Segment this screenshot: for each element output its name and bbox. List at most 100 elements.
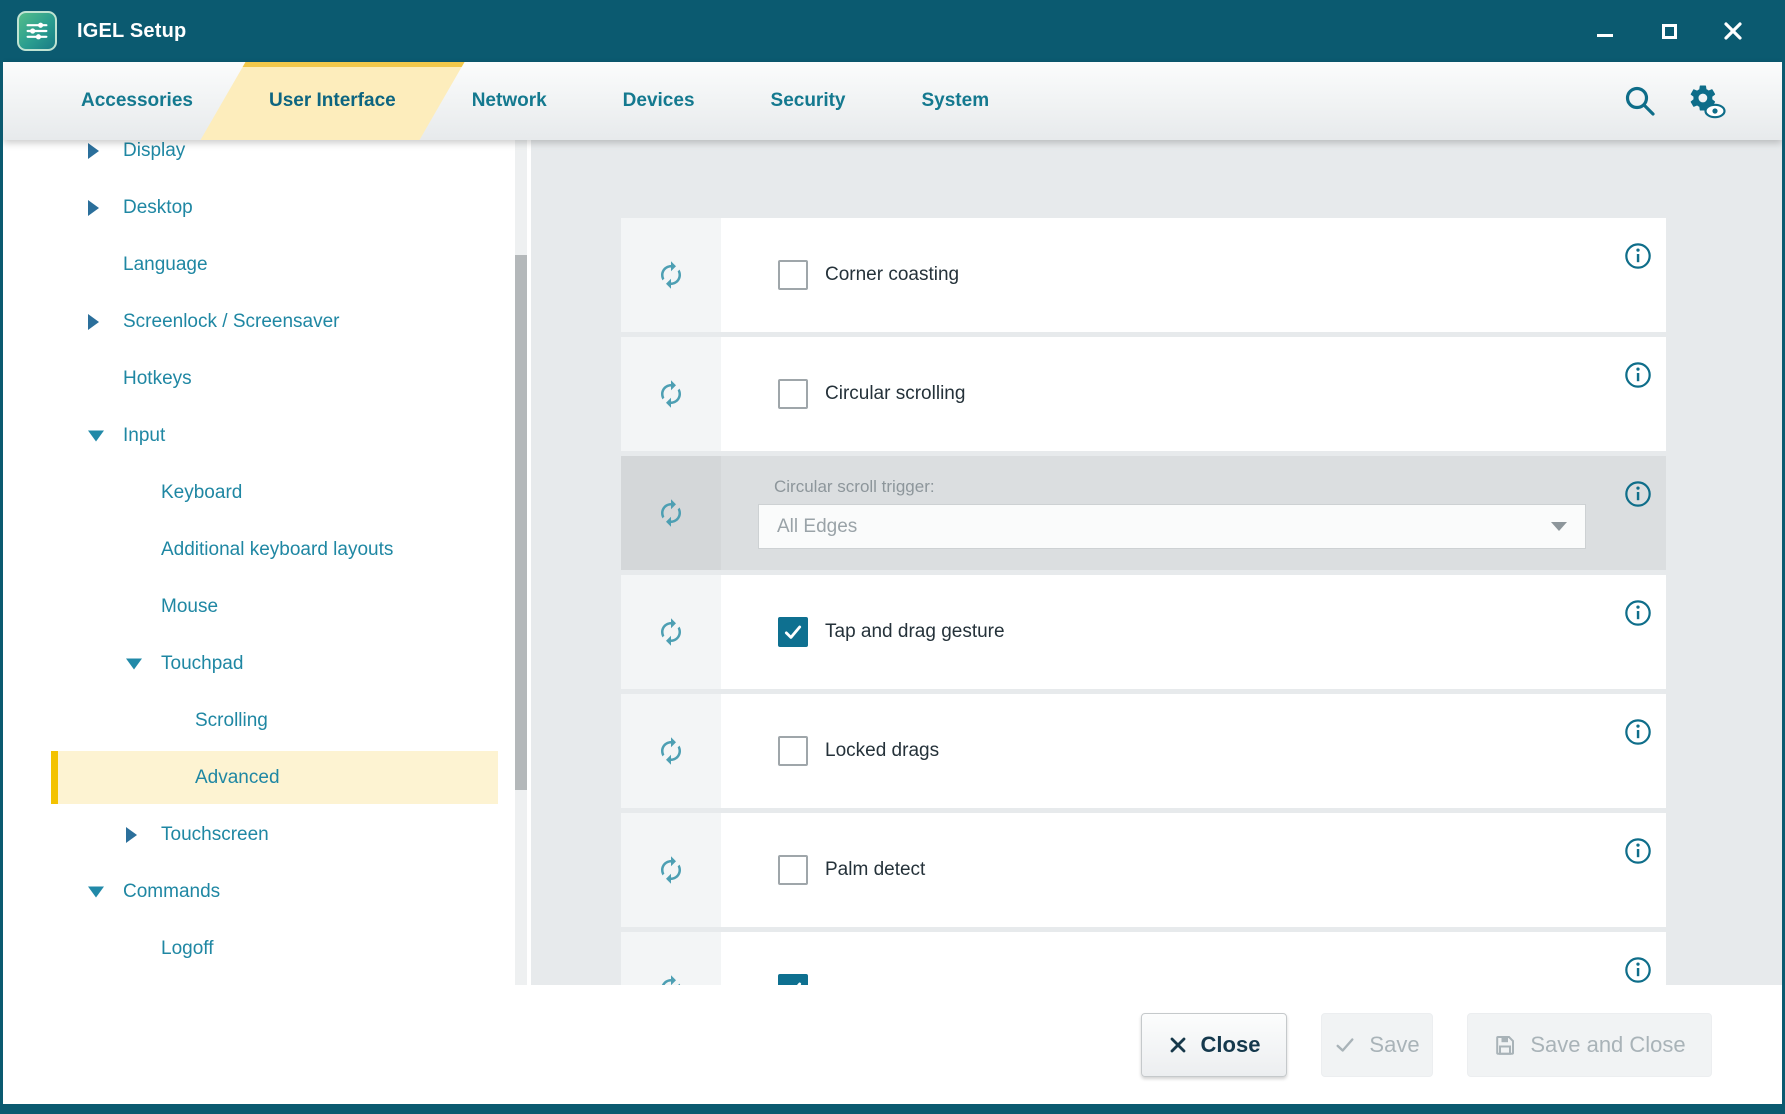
save-and-close-button[interactable]: Save and Close xyxy=(1467,1013,1712,1077)
reset-to-default-icon[interactable] xyxy=(656,736,686,766)
minimize-button[interactable] xyxy=(1588,14,1622,48)
tab-bar: Accessories User Interface Network Devic… xyxy=(3,62,1782,140)
tab-network[interactable]: Network xyxy=(434,62,585,140)
setting-body: Palm detect xyxy=(721,813,1666,927)
sidebar-item-label: Input xyxy=(123,425,165,447)
tap-and-drag-checkbox[interactable] xyxy=(778,617,808,647)
tab-security[interactable]: Security xyxy=(733,62,884,140)
reset-column xyxy=(621,456,721,570)
settings-visibility-icon[interactable] xyxy=(1686,81,1726,121)
sidebar-item-touchscreen[interactable]: Touchscreen xyxy=(3,806,531,863)
sidebar-item-label: Touchpad xyxy=(161,653,243,675)
sidebar-item-language[interactable]: Language xyxy=(3,236,531,293)
collapse-arrow-icon[interactable] xyxy=(88,886,104,897)
collapse-arrow-icon[interactable] xyxy=(126,658,142,669)
main-area: Display Desktop Language Screenlock / Sc… xyxy=(3,140,1782,985)
check-icon xyxy=(783,979,803,985)
sidebar-item-touchpad[interactable]: Touchpad xyxy=(3,635,531,692)
sidebar-item-scrolling[interactable]: Scrolling xyxy=(3,692,531,749)
setting-row-circular-scroll-trigger: Circular scroll trigger: All Edges xyxy=(621,456,1666,570)
info-icon[interactable] xyxy=(1624,837,1652,865)
setting-body xyxy=(721,932,1666,985)
tab-system[interactable]: System xyxy=(884,62,1028,140)
settings-panel: Corner coasting Circular scrolling xyxy=(531,140,1782,985)
palm-detect-checkbox[interactable] xyxy=(778,855,808,885)
reset-to-default-icon[interactable] xyxy=(656,379,686,409)
close-button-label: Close xyxy=(1201,1032,1261,1058)
window-bottom-border xyxy=(3,1104,1782,1114)
tab-user-interface[interactable]: User Interface xyxy=(231,62,434,140)
setting-label: Tap and drag gesture xyxy=(825,621,1005,643)
setting-label: Locked drags xyxy=(825,740,939,762)
minimize-icon xyxy=(1597,34,1613,37)
info-icon[interactable] xyxy=(1624,480,1652,508)
maximize-button[interactable] xyxy=(1652,14,1686,48)
locked-drags-checkbox[interactable] xyxy=(778,736,808,766)
sidebar-item-advanced[interactable]: Advanced xyxy=(3,749,531,806)
sidebar-item-screenlock[interactable]: Screenlock / Screensaver xyxy=(3,293,531,350)
clipped-row-checkbox[interactable] xyxy=(778,974,808,985)
sidebar-item-label: Advanced xyxy=(195,767,280,789)
info-icon[interactable] xyxy=(1624,599,1652,627)
setting-label: Palm detect xyxy=(825,859,925,881)
sidebar-item-label: Additional keyboard layouts xyxy=(161,539,393,561)
sidebar-item-desktop[interactable]: Desktop xyxy=(3,179,531,236)
circular-scrolling-checkbox[interactable] xyxy=(778,379,808,409)
sidebar-item-mouse[interactable]: Mouse xyxy=(3,578,531,635)
reset-to-default-icon[interactable] xyxy=(656,855,686,885)
sidebar-item-commands[interactable]: Commands xyxy=(3,863,531,920)
sidebar-item-label: Hotkeys xyxy=(123,368,192,390)
reset-column xyxy=(621,813,721,927)
igel-setup-window: IGEL Setup Accessories User Interface Ne… xyxy=(0,0,1785,1114)
tab-bar-tools xyxy=(1622,62,1782,140)
expand-arrow-icon[interactable] xyxy=(88,200,99,216)
save-button[interactable]: Save xyxy=(1321,1013,1433,1077)
sidebar-scrollbar[interactable] xyxy=(515,140,527,985)
maximize-icon xyxy=(1662,24,1677,39)
close-icon xyxy=(1722,20,1744,42)
circular-scroll-trigger-dropdown[interactable]: All Edges xyxy=(758,504,1586,549)
sidebar-item-additional-keyboard-layouts[interactable]: Additional keyboard layouts xyxy=(3,521,531,578)
setting-row-tap-and-drag-gesture: Tap and drag gesture xyxy=(621,575,1666,689)
save-button-label: Save xyxy=(1369,1032,1419,1058)
tab-devices[interactable]: Devices xyxy=(585,62,733,140)
info-icon[interactable] xyxy=(1624,361,1652,389)
expand-arrow-icon[interactable] xyxy=(88,314,99,330)
window-title: IGEL Setup xyxy=(77,20,186,43)
sidebar-item-label: Desktop xyxy=(123,197,193,219)
check-icon xyxy=(783,622,803,642)
setting-body: Tap and drag gesture xyxy=(721,575,1666,689)
sidebar-item-display[interactable]: Display xyxy=(3,140,531,179)
tab-accessories[interactable]: Accessories xyxy=(43,62,231,140)
reset-to-default-icon[interactable] xyxy=(656,974,686,985)
reset-column xyxy=(621,218,721,332)
setting-row-circular-scrolling: Circular scrolling xyxy=(621,337,1666,451)
collapse-arrow-icon[interactable] xyxy=(88,430,104,441)
close-window-button[interactable] xyxy=(1716,14,1750,48)
sidebar-item-hotkeys[interactable]: Hotkeys xyxy=(3,350,531,407)
close-button[interactable]: Close xyxy=(1141,1013,1287,1077)
setting-row-corner-coasting: Corner coasting xyxy=(621,218,1666,332)
window-controls xyxy=(1588,14,1768,48)
reset-column xyxy=(621,694,721,808)
expand-arrow-icon[interactable] xyxy=(88,143,99,159)
tab-list: Accessories User Interface Network Devic… xyxy=(3,62,1027,140)
corner-coasting-checkbox[interactable] xyxy=(778,260,808,290)
sidebar-scrollbar-thumb[interactable] xyxy=(515,255,527,790)
expand-arrow-icon[interactable] xyxy=(126,827,137,843)
reset-to-default-icon[interactable] xyxy=(656,498,686,528)
sidebar-item-keyboard[interactable]: Keyboard xyxy=(3,464,531,521)
setting-row-clipped xyxy=(621,932,1666,985)
sidebar-item-logoff[interactable]: Logoff xyxy=(3,920,531,977)
info-icon[interactable] xyxy=(1624,718,1652,746)
setting-body: Circular scroll trigger: All Edges xyxy=(721,456,1666,570)
info-icon[interactable] xyxy=(1624,242,1652,270)
search-icon[interactable] xyxy=(1622,83,1658,119)
sidebar-item-input[interactable]: Input xyxy=(3,407,531,464)
reset-to-default-icon[interactable] xyxy=(656,617,686,647)
info-icon[interactable] xyxy=(1624,956,1652,984)
reset-to-default-icon[interactable] xyxy=(656,260,686,290)
sidebar-item-label: Mouse xyxy=(161,596,218,618)
reset-column xyxy=(621,932,721,985)
sidebar-item-label: Display xyxy=(123,140,185,162)
